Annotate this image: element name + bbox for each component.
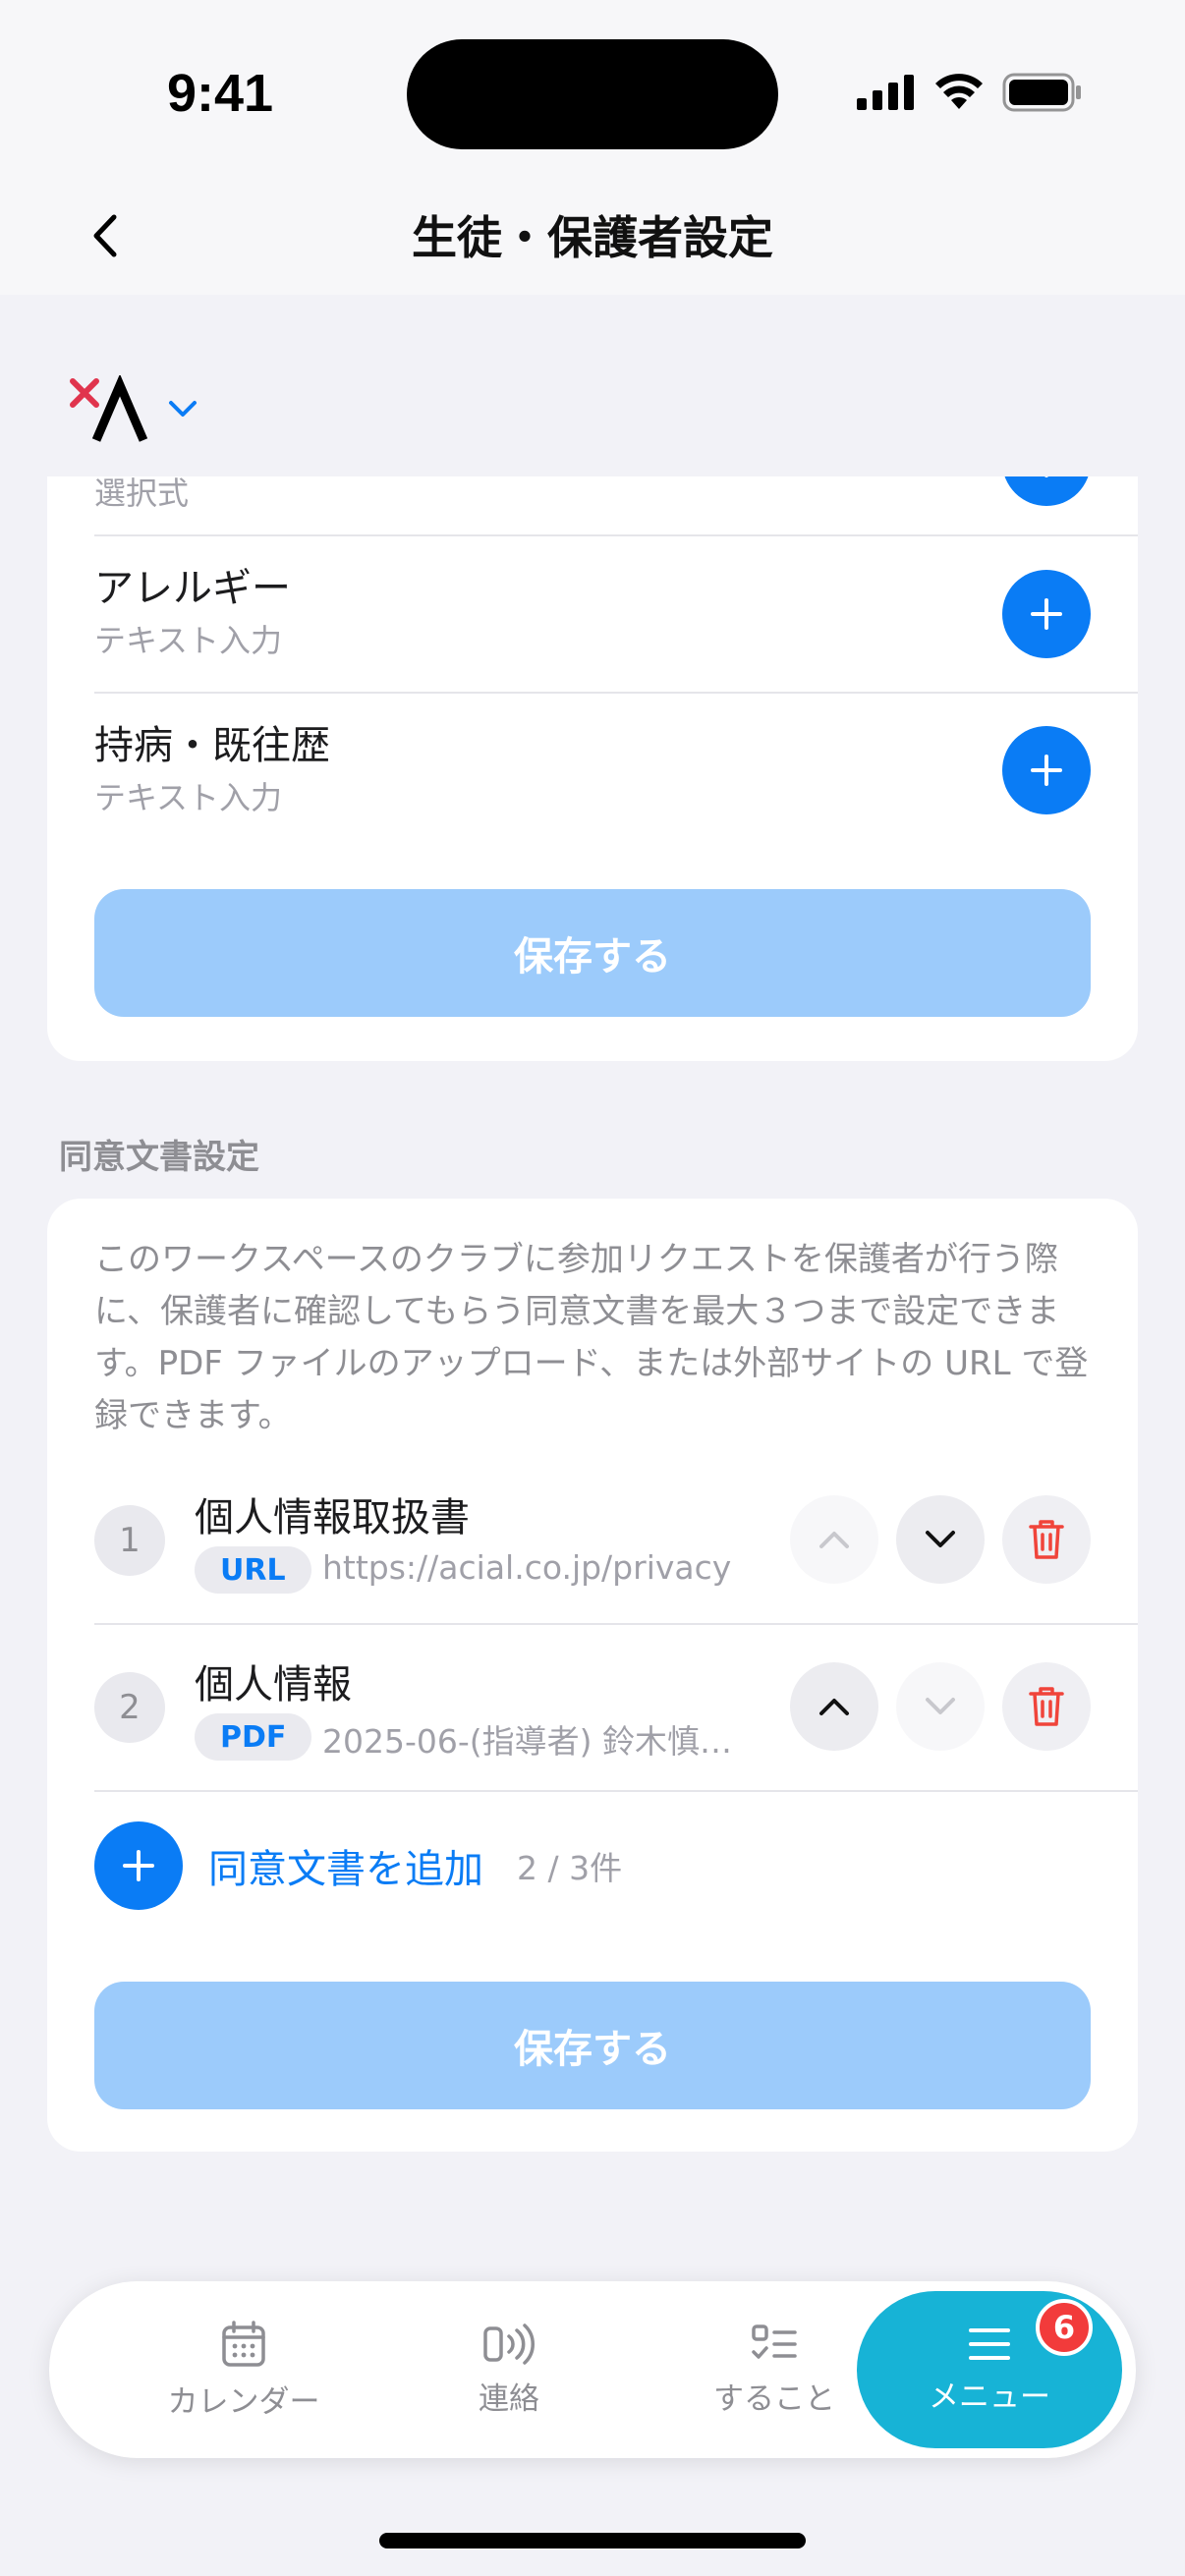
document-index: 2 (94, 1672, 165, 1743)
divider (94, 534, 1138, 536)
field-title: アレルギー (94, 566, 291, 611)
partial-field-row: 選択式 (94, 476, 1138, 514)
broadcast-icon (483, 2323, 535, 2365)
tab-label: すること (713, 2380, 835, 2417)
document-title: 個人情報取扱書 (195, 1495, 470, 1540)
divider (94, 692, 1138, 694)
chevron-up-icon (819, 1699, 849, 1715)
trash-icon (1029, 1520, 1064, 1559)
tab-messages[interactable]: 連絡 (381, 2281, 637, 2458)
move-down-button[interactable] (896, 1662, 985, 1751)
tab-calendar[interactable]: カレンダー (116, 2281, 371, 2458)
checklist-icon (752, 2324, 797, 2359)
field-row: 持病・既往歴 テキスト入力 (94, 722, 1138, 818)
notification-badge: 6 (1036, 2299, 1093, 2356)
add-document-label[interactable]: 同意文書を追加 (208, 1837, 483, 1894)
field-type: テキスト入力 (94, 622, 283, 659)
battery-icon (1002, 73, 1081, 112)
chevron-down-icon (926, 1698, 955, 1714)
plus-icon (1031, 598, 1062, 630)
tab-label: 連絡 (479, 2380, 539, 2417)
wifi-icon (935, 74, 983, 109)
consent-description: このワークスペースのクラブに参加リクエストを保護者が行う際に、保護者に確認しても… (94, 1240, 1089, 1435)
save-button[interactable]: 保存する (94, 889, 1091, 1017)
document-source: 2025-06-(指導者) 鈴木慎吾... (322, 1722, 755, 1761)
dynamic-island (407, 39, 778, 149)
custom-fields-card: 選択式 アレルギー テキスト入力 持病・既往歴 テキスト入力 保存する (47, 476, 1138, 1061)
signal-icon (857, 75, 914, 110)
workspace-selector[interactable] (69, 375, 198, 442)
field-title: 持病・既往歴 (94, 723, 330, 768)
field-type: テキスト入力 (94, 779, 283, 816)
menu-icon (969, 2327, 1010, 2360)
document-source: https://acial.co.jp/privacy (322, 1548, 732, 1587)
tab-label: カレンダー (167, 2383, 320, 2420)
plus-icon (123, 1850, 154, 1881)
nav-header: 生徒・保護者設定 (0, 177, 1185, 295)
section-title: 同意文書設定 (59, 1138, 259, 1177)
save-button[interactable]: 保存する (94, 1982, 1091, 2109)
tab-menu[interactable]: メニュー 6 (857, 2291, 1122, 2448)
move-up-button[interactable] (790, 1662, 878, 1751)
tab-bar: カレンダー 連絡 すること メニュー 6 (49, 2281, 1136, 2458)
divider (94, 1790, 1138, 1792)
plus-icon (1031, 755, 1062, 786)
status-icons (857, 73, 1083, 112)
chevron-down-icon (926, 1531, 955, 1547)
calendar-icon (222, 2320, 265, 2367)
add-document-row[interactable]: 同意文書を追加 2 / 3件 (94, 1821, 622, 1910)
add-document-button[interactable] (94, 1821, 183, 1910)
field-type: 選択式 (94, 476, 190, 512)
move-down-button[interactable] (896, 1495, 985, 1584)
consent-documents-card: このワークスペースのクラブに参加リクエストを保護者が行う際に、保護者に確認しても… (47, 1199, 1138, 2152)
document-count: 2 / 3件 (517, 1849, 623, 1887)
page-title: 生徒・保護者設定 (412, 211, 773, 264)
trash-icon (1029, 1687, 1064, 1726)
workspace-logo-icon (70, 375, 148, 442)
status-time: 9:41 (167, 64, 274, 123)
document-index: 1 (94, 1505, 165, 1576)
move-up-button[interactable] (790, 1495, 878, 1584)
chevron-up-icon (819, 1532, 849, 1548)
plus-icon (1044, 476, 1048, 477)
document-type-badge: PDF (195, 1713, 312, 1761)
document-type-badge: URL (195, 1546, 311, 1594)
add-medical-history-button[interactable] (1002, 726, 1091, 814)
home-indicator (379, 2533, 806, 2548)
status-bar: 9:41 (0, 0, 1185, 187)
chevron-down-icon (169, 401, 197, 417)
document-title: 個人情報 (195, 1662, 352, 1708)
divider (94, 1623, 1138, 1625)
add-allergy-button[interactable] (1002, 570, 1091, 658)
tab-label: メニュー (929, 2379, 1050, 2415)
delete-button[interactable] (1002, 1662, 1091, 1751)
delete-button[interactable] (1002, 1495, 1091, 1584)
field-row: アレルギー テキスト入力 (94, 565, 1138, 661)
